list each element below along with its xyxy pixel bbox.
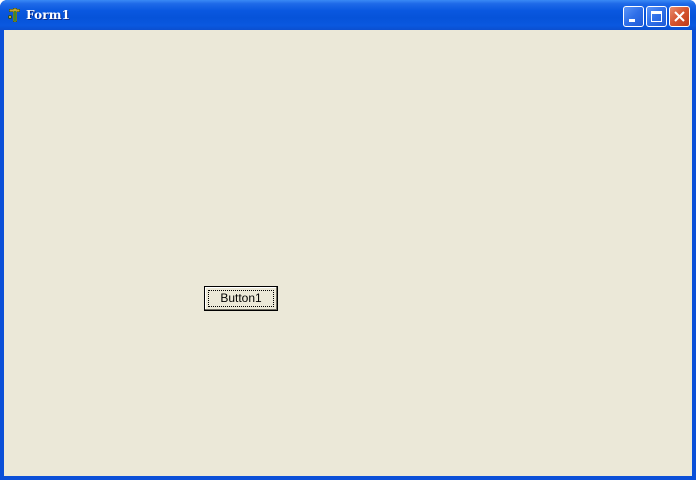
form-client-area: Button1 [4, 30, 692, 476]
minimize-icon [629, 19, 635, 22]
delphi-app-icon[interactable] [6, 7, 22, 23]
window-title: Form1 [26, 8, 71, 22]
maximize-icon [651, 11, 662, 22]
maximize-button[interactable] [646, 6, 667, 27]
close-button[interactable] [669, 6, 690, 27]
form1-window: Form1 Button1 [0, 0, 696, 480]
title-bar[interactable]: Form1 [0, 0, 696, 30]
button1[interactable]: Button1 [204, 286, 278, 311]
button1-label: Button1 [220, 291, 262, 305]
minimize-button[interactable] [623, 6, 644, 27]
close-icon [674, 11, 685, 22]
